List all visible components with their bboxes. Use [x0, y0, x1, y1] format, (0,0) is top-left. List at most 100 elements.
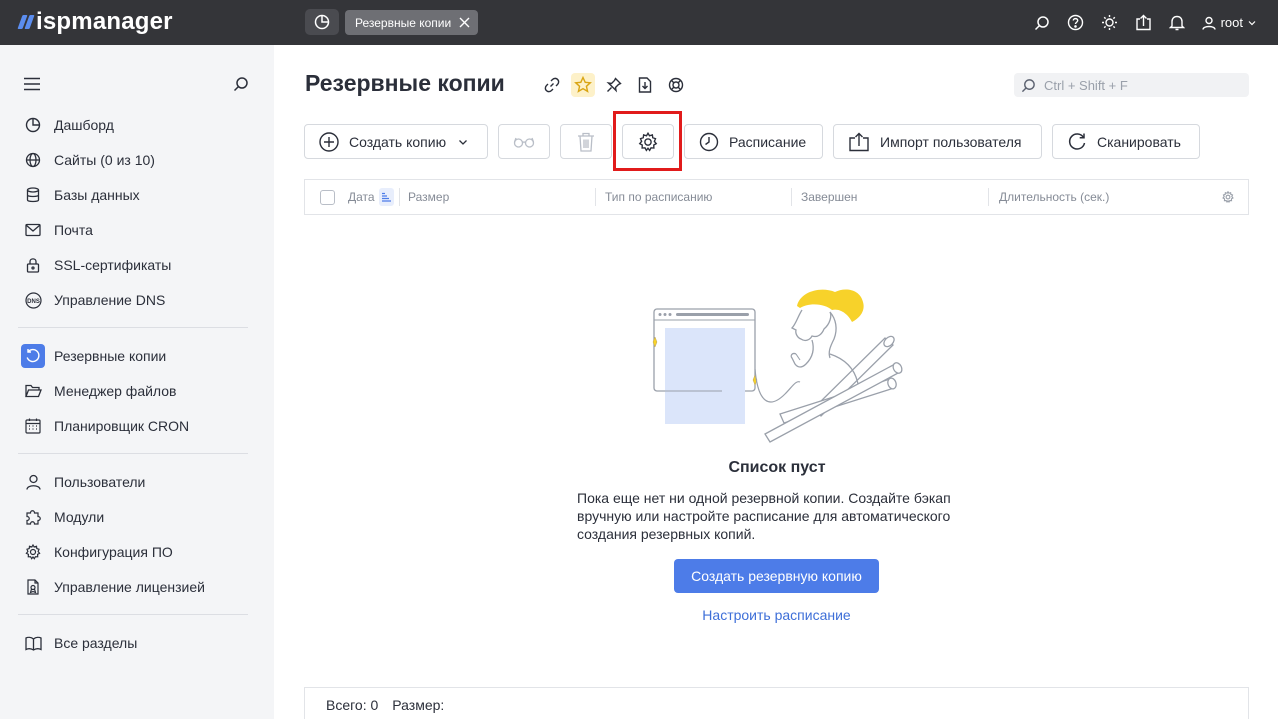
sidebar-item-label: Сайты (0 из 10) — [54, 152, 155, 168]
sidebar-item-label: Менеджер файлов — [54, 383, 177, 399]
settings-icon — [25, 544, 41, 560]
sidebar-item-file-manager[interactable]: Менеджер файлов — [18, 376, 250, 406]
puzzle-icon — [26, 510, 41, 525]
column-header-label: Завершен — [801, 190, 858, 204]
import-icon — [849, 132, 869, 151]
schedule-button[interactable]: Расписание — [684, 124, 823, 159]
sidebar-item-label: Почта — [54, 222, 93, 238]
close-icon[interactable] — [459, 17, 470, 28]
sidebar-divider — [18, 327, 248, 328]
user-menu[interactable]: root — [1201, 15, 1256, 30]
sidebar-item-users[interactable]: Пользователи — [18, 467, 250, 497]
backup-icon — [26, 348, 40, 363]
dashboard-shortcut-button[interactable] — [305, 9, 339, 35]
column-schedule-type[interactable]: Тип по расписанию — [605, 180, 712, 214]
copy-link-button[interactable] — [540, 73, 564, 97]
empty-state-title: Список пуст — [728, 459, 826, 476]
sidebar-item-label: Резервные копии — [54, 348, 167, 364]
clock-icon — [699, 132, 719, 151]
user-icon — [1201, 16, 1216, 30]
download-button[interactable] — [633, 73, 657, 97]
title-actions — [540, 73, 688, 97]
theme-icon[interactable] — [1101, 14, 1118, 31]
search-icon — [1021, 78, 1035, 92]
folder-icon — [24, 384, 42, 398]
global-search[interactable] — [1014, 73, 1249, 97]
favorite-button[interactable] — [571, 73, 595, 97]
sidebar-item-mail[interactable]: Почта — [18, 215, 250, 245]
dns-icon: DNS — [24, 291, 42, 309]
user-name: root — [1220, 15, 1243, 30]
search-icon[interactable] — [233, 76, 249, 92]
search-input[interactable] — [1044, 77, 1234, 93]
sidebar-item-cron[interactable]: Планировщик CRON — [18, 411, 250, 441]
plus-circle-icon — [319, 131, 339, 152]
sidebar-item-backups[interactable]: Резервные копии — [18, 341, 250, 371]
logo-mark — [17, 15, 35, 29]
glasses-icon — [513, 137, 535, 148]
book-icon — [24, 636, 42, 651]
dashboard-icon — [314, 14, 330, 30]
scan-button[interactable]: Сканировать — [1052, 124, 1200, 159]
column-settings-button[interactable] — [1222, 180, 1234, 214]
menu-icon[interactable] — [24, 77, 40, 91]
sort-icon — [382, 192, 392, 202]
user-icon — [25, 474, 41, 490]
dashboard-icon — [25, 117, 41, 133]
bell-icon[interactable] — [1168, 14, 1185, 31]
create-backup-primary-button[interactable]: Создать резервную копию — [674, 559, 879, 593]
sidebar-item-databases[interactable]: Базы данных — [18, 180, 250, 210]
trash-icon — [578, 132, 594, 152]
configure-schedule-link[interactable]: Настроить расписание — [674, 607, 879, 623]
sidebar-item-sites[interactable]: Сайты (0 из 10) — [18, 145, 250, 175]
logo[interactable]: ispmanager — [17, 9, 173, 35]
help-icon[interactable] — [1067, 14, 1084, 31]
sidebar-item-dns[interactable]: DNS Управление DNS — [18, 285, 250, 315]
sidebar-item-modules[interactable]: Модули — [18, 502, 250, 532]
total-count: Всего: 0 — [326, 697, 379, 713]
top-actions: root — [1034, 10, 1256, 35]
database-icon — [26, 187, 40, 203]
import-user-button[interactable]: Импорт пользователя — [833, 124, 1042, 159]
open-tab-label: Резервные копии — [355, 15, 452, 30]
delete-button[interactable] — [560, 124, 612, 159]
search-icon[interactable] — [1034, 15, 1050, 31]
sidebar-item-label: Дашборд — [54, 117, 114, 133]
column-date[interactable]: Дата — [348, 180, 394, 214]
column-finished[interactable]: Завершен — [801, 180, 857, 214]
view-button[interactable] — [498, 124, 550, 159]
sidebar-item-label: Управление DNS — [54, 292, 166, 308]
sidebar-item-software-config[interactable]: Конфигурация ПО — [18, 537, 250, 567]
license-icon — [27, 579, 39, 595]
sidebar-item-dashboard[interactable]: Дашборд — [18, 110, 250, 140]
select-all-checkbox[interactable] — [320, 189, 335, 205]
column-header-label: Размер — [408, 190, 450, 204]
empty-state-illustration — [652, 289, 903, 443]
upload-icon[interactable] — [1135, 14, 1152, 31]
sidebar-divider — [18, 453, 248, 454]
link-icon — [544, 77, 560, 93]
globe-icon — [25, 152, 41, 168]
empty-state-description: Пока еще нет ни одной резервной копии. С… — [577, 490, 951, 542]
gear-icon — [1222, 191, 1234, 203]
sidebar-item-ssl[interactable]: SSL-сертификаты — [18, 250, 250, 280]
sort-button[interactable] — [378, 188, 394, 206]
download-icon — [638, 77, 652, 93]
page-title: Резервные копии — [305, 70, 505, 96]
sidebar-item-license[interactable]: Управление лицензией — [18, 572, 250, 602]
pin-button[interactable] — [602, 73, 626, 97]
sidebar-divider — [18, 614, 248, 615]
lock-icon — [26, 258, 40, 273]
sidebar-item-label: Пользователи — [54, 474, 146, 490]
help-button[interactable] — [664, 73, 688, 97]
sidebar-item-all-sections[interactable]: Все разделы — [18, 628, 250, 658]
create-backup-button[interactable]: Создать копию — [304, 124, 488, 159]
sidebar-item-label: Конфигурация ПО — [54, 544, 173, 560]
column-duration[interactable]: Длительность (сек.) — [999, 180, 1109, 214]
column-size[interactable]: Размер — [408, 180, 449, 214]
top-bar: ispmanager Резервные копии root — [0, 0, 1278, 45]
open-tab-backups[interactable]: Резервные копии — [345, 10, 479, 35]
sidebar-item-label: SSL-сертификаты — [54, 257, 172, 273]
refresh-icon — [1068, 132, 1086, 150]
import-user-label: Импорт пользователя — [880, 133, 1022, 150]
